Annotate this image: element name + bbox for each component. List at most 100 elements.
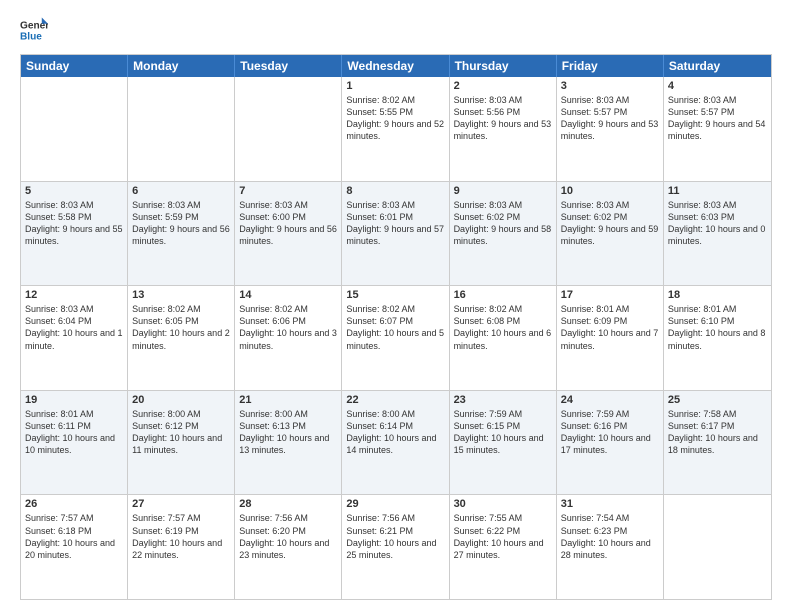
calendar-day-28: 28 Sunrise: 7:56 AM Sunset: 6:20 PM Dayli… [235, 495, 342, 599]
day-info: Sunrise: 8:00 AM Sunset: 6:14 PM Dayligh… [346, 408, 444, 457]
header-day-tuesday: Tuesday [235, 55, 342, 77]
day-info: Sunrise: 8:01 AM Sunset: 6:10 PM Dayligh… [668, 303, 767, 352]
calendar-week-5: 26Sunrise: 7:57 AM Sunset: 6:18 PM Dayli… [21, 494, 771, 599]
calendar-day-empty [128, 77, 235, 181]
day-number: 9 [454, 185, 552, 197]
day-number: 11 [668, 185, 767, 197]
logo: General Blue [20, 16, 48, 44]
day-info: Sunrise: 7:54 AM Sunset: 6:23 PM Dayligh… [561, 512, 659, 561]
day-info: Sunrise: 8:03 AM Sunset: 6:01 PM Dayligh… [346, 199, 444, 248]
day-info: Sunrise: 7:59 AM Sunset: 6:16 PM Dayligh… [561, 408, 659, 457]
calendar-day-23: 23 Sunrise: 7:59 AM Sunset: 6:15 PM Dayli… [450, 391, 557, 495]
day-info: Sunrise: 7:56 AM Sunset: 6:21 PM Dayligh… [346, 512, 444, 561]
calendar-day-9: 9Sunrise: 8:03 AM Sunset: 6:02 PM Daylig… [450, 182, 557, 286]
day-number: 27 [132, 498, 230, 510]
calendar-day-12: 12 Sunrise: 8:03 AM Sunset: 6:04 PM Dayli… [21, 286, 128, 390]
calendar-day-19: 19 Sunrise: 8:01 AM Sunset: 6:11 PM Dayli… [21, 391, 128, 495]
header-day-monday: Monday [128, 55, 235, 77]
day-info: Sunrise: 8:03 AM Sunset: 6:00 PM Dayligh… [239, 199, 337, 248]
day-number: 6 [132, 185, 230, 197]
calendar-day-31: 31Sunrise: 7:54 AM Sunset: 6:23 PM Dayli… [557, 495, 664, 599]
day-info: Sunrise: 8:03 AM Sunset: 5:57 PM Dayligh… [561, 94, 659, 143]
calendar-day-15: 15 Sunrise: 8:02 AM Sunset: 6:07 PM Dayli… [342, 286, 449, 390]
calendar-week-3: 12 Sunrise: 8:03 AM Sunset: 6:04 PM Dayli… [21, 285, 771, 390]
calendar-day-10: 10 Sunrise: 8:03 AM Sunset: 6:02 PM Dayli… [557, 182, 664, 286]
calendar: SundayMondayTuesdayWednesdayThursdayFrid… [20, 54, 772, 600]
calendar-day-27: 27Sunrise: 7:57 AM Sunset: 6:19 PM Dayli… [128, 495, 235, 599]
day-number: 20 [132, 394, 230, 406]
header-day-wednesday: Wednesday [342, 55, 449, 77]
calendar-day-18: 18 Sunrise: 8:01 AM Sunset: 6:10 PM Dayli… [664, 286, 771, 390]
calendar-day-7: 7 Sunrise: 8:03 AM Sunset: 6:00 PM Daylig… [235, 182, 342, 286]
day-number: 10 [561, 185, 659, 197]
svg-text:Blue: Blue [20, 31, 42, 42]
day-number: 14 [239, 289, 337, 301]
day-number: 5 [25, 185, 123, 197]
day-info: Sunrise: 8:03 AM Sunset: 5:58 PM Dayligh… [25, 199, 123, 248]
day-info: Sunrise: 8:03 AM Sunset: 5:59 PM Dayligh… [132, 199, 230, 248]
calendar-day-11: 11 Sunrise: 8:03 AM Sunset: 6:03 PM Dayli… [664, 182, 771, 286]
day-info: Sunrise: 8:02 AM Sunset: 6:05 PM Dayligh… [132, 303, 230, 352]
day-info: Sunrise: 7:58 AM Sunset: 6:17 PM Dayligh… [668, 408, 767, 457]
calendar-week-1: 1 Sunrise: 8:02 AM Sunset: 5:55 PM Daylig… [21, 77, 771, 181]
header-day-thursday: Thursday [450, 55, 557, 77]
calendar-day-4: 4 Sunrise: 8:03 AM Sunset: 5:57 PM Daylig… [664, 77, 771, 181]
calendar-body: 1 Sunrise: 8:02 AM Sunset: 5:55 PM Daylig… [21, 77, 771, 599]
calendar-header-row: SundayMondayTuesdayWednesdayThursdayFrid… [21, 55, 771, 77]
logo-icon: General Blue [20, 16, 48, 44]
calendar-day-16: 16 Sunrise: 8:02 AM Sunset: 6:08 PM Dayli… [450, 286, 557, 390]
day-info: Sunrise: 8:03 AM Sunset: 6:04 PM Dayligh… [25, 303, 123, 352]
calendar-day-8: 8Sunrise: 8:03 AM Sunset: 6:01 PM Daylig… [342, 182, 449, 286]
calendar-day-empty [235, 77, 342, 181]
day-number: 13 [132, 289, 230, 301]
page: General Blue SundayMondayTuesdayWednesda… [0, 0, 792, 612]
day-info: Sunrise: 8:02 AM Sunset: 6:07 PM Dayligh… [346, 303, 444, 352]
day-number: 24 [561, 394, 659, 406]
calendar-day-5: 5 Sunrise: 8:03 AM Sunset: 5:58 PM Daylig… [21, 182, 128, 286]
calendar-day-14: 14Sunrise: 8:02 AM Sunset: 6:06 PM Dayli… [235, 286, 342, 390]
day-number: 12 [25, 289, 123, 301]
day-number: 15 [346, 289, 444, 301]
day-number: 1 [346, 80, 444, 92]
day-info: Sunrise: 8:02 AM Sunset: 5:55 PM Dayligh… [346, 94, 444, 143]
calendar-day-24: 24 Sunrise: 7:59 AM Sunset: 6:16 PM Dayli… [557, 391, 664, 495]
calendar-day-6: 6 Sunrise: 8:03 AM Sunset: 5:59 PM Daylig… [128, 182, 235, 286]
header-day-saturday: Saturday [664, 55, 771, 77]
header-day-friday: Friday [557, 55, 664, 77]
day-number: 25 [668, 394, 767, 406]
day-number: 18 [668, 289, 767, 301]
day-number: 22 [346, 394, 444, 406]
calendar-day-22: 22 Sunrise: 8:00 AM Sunset: 6:14 PM Dayli… [342, 391, 449, 495]
calendar-day-30: 30Sunrise: 7:55 AM Sunset: 6:22 PM Dayli… [450, 495, 557, 599]
day-number: 23 [454, 394, 552, 406]
day-info: Sunrise: 7:59 AM Sunset: 6:15 PM Dayligh… [454, 408, 552, 457]
calendar-week-4: 19 Sunrise: 8:01 AM Sunset: 6:11 PM Dayli… [21, 390, 771, 495]
calendar-day-26: 26Sunrise: 7:57 AM Sunset: 6:18 PM Dayli… [21, 495, 128, 599]
calendar-day-2: 2Sunrise: 8:03 AM Sunset: 5:56 PM Daylig… [450, 77, 557, 181]
calendar-day-empty [21, 77, 128, 181]
day-number: 4 [668, 80, 767, 92]
day-info: Sunrise: 8:01 AM Sunset: 6:11 PM Dayligh… [25, 408, 123, 457]
header-day-sunday: Sunday [21, 55, 128, 77]
day-number: 29 [346, 498, 444, 510]
day-number: 16 [454, 289, 552, 301]
day-info: Sunrise: 8:01 AM Sunset: 6:09 PM Dayligh… [561, 303, 659, 352]
day-number: 21 [239, 394, 337, 406]
day-info: Sunrise: 8:03 AM Sunset: 5:56 PM Dayligh… [454, 94, 552, 143]
day-number: 3 [561, 80, 659, 92]
day-info: Sunrise: 8:03 AM Sunset: 6:02 PM Dayligh… [561, 199, 659, 248]
day-info: Sunrise: 7:57 AM Sunset: 6:18 PM Dayligh… [25, 512, 123, 561]
calendar-day-25: 25 Sunrise: 7:58 AM Sunset: 6:17 PM Dayli… [664, 391, 771, 495]
day-info: Sunrise: 8:00 AM Sunset: 6:13 PM Dayligh… [239, 408, 337, 457]
day-number: 28 [239, 498, 337, 510]
day-number: 7 [239, 185, 337, 197]
calendar-day-17: 17Sunrise: 8:01 AM Sunset: 6:09 PM Dayli… [557, 286, 664, 390]
day-info: Sunrise: 7:56 AM Sunset: 6:20 PM Dayligh… [239, 512, 337, 561]
day-info: Sunrise: 7:55 AM Sunset: 6:22 PM Dayligh… [454, 512, 552, 561]
day-info: Sunrise: 8:02 AM Sunset: 6:08 PM Dayligh… [454, 303, 552, 352]
day-info: Sunrise: 8:03 AM Sunset: 5:57 PM Dayligh… [668, 94, 767, 143]
day-info: Sunrise: 8:03 AM Sunset: 6:03 PM Dayligh… [668, 199, 767, 248]
header: General Blue [20, 16, 772, 44]
day-number: 19 [25, 394, 123, 406]
calendar-day-29: 29 Sunrise: 7:56 AM Sunset: 6:21 PM Dayli… [342, 495, 449, 599]
